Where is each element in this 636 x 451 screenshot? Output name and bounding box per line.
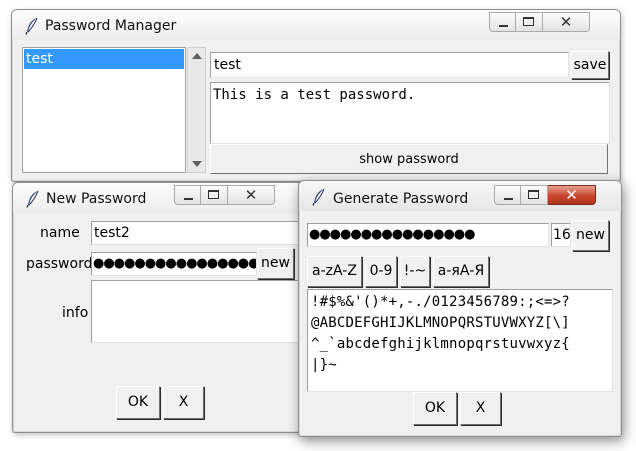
cancel-button[interactable]: X <box>163 386 204 419</box>
charset-line: @ABCDEFGHIJKLMNOPQRSTUVWXYZ[\] <box>311 315 570 331</box>
window-title: New Password <box>46 191 147 207</box>
charset-button-latin[interactable]: a-zA-Z <box>307 256 362 287</box>
name-input[interactable]: test2 <box>91 221 311 245</box>
charset-button-cyrillic[interactable]: а-яА-Я <box>433 256 489 287</box>
charset-line: !#$%&'()*+,-./0123456789:;<=>? <box>311 294 570 310</box>
maximize-button[interactable] <box>201 185 228 205</box>
new-password-titlebar[interactable]: New Password ✕ <box>13 183 314 213</box>
charset-button-symbols[interactable]: !-~ <box>400 256 430 287</box>
info-textarea[interactable] <box>91 280 311 343</box>
charset-button-label: !-~ <box>403 263 427 279</box>
close-button[interactable]: ✕ <box>548 185 596 205</box>
cancel-button-label: X <box>475 400 486 416</box>
password-manager-titlebar[interactable]: Password Manager ✕ <box>12 10 620 40</box>
list-item-label: test <box>26 51 53 67</box>
entry-list[interactable]: test <box>22 47 186 173</box>
window-title: Password Manager <box>45 18 177 34</box>
new-password-button-label: new <box>261 255 290 271</box>
charset-line: |}~ <box>311 357 337 373</box>
scroll-down-arrow-icon[interactable] <box>192 161 202 167</box>
maximize-icon <box>523 17 534 26</box>
password-label: password <box>26 256 93 272</box>
feather-icon <box>25 190 41 208</box>
list-scrollbar[interactable] <box>187 47 206 173</box>
feather-icon <box>311 188 327 206</box>
minimize-icon <box>504 198 513 200</box>
show-password-label: show password <box>359 152 459 167</box>
info-label: info <box>62 305 89 321</box>
charset-button-label: 0-9 <box>369 263 393 279</box>
minimize-icon <box>499 25 508 27</box>
name-label: name <box>40 225 80 241</box>
password-input[interactable]: ●●●●●●●●●●●●●●●●●● <box>91 252 257 276</box>
entry-info-value: This is a test password. <box>213 87 416 103</box>
charset-button-digits[interactable]: 0-9 <box>365 256 397 287</box>
name-input-value: test2 <box>94 225 130 241</box>
generate-new-button[interactable]: new <box>572 220 609 251</box>
minimize-icon <box>184 198 193 200</box>
charset-button-label: а-яА-Я <box>437 263 485 279</box>
new-password-button[interactable]: new <box>257 248 294 279</box>
generated-password-value: ●●●●●●●●●●●●●●●● <box>309 227 475 242</box>
generate-password-titlebar[interactable]: Generate Password ✕ <box>299 181 621 211</box>
new-password-window: New Password ✕ name test2 password ●●●●●… <box>12 182 315 433</box>
close-icon: ✕ <box>565 186 578 204</box>
save-button-label: save <box>573 57 607 73</box>
ok-button[interactable]: OK <box>116 386 160 419</box>
charset-textarea[interactable]: !#$%&'()*+,-./0123456789:;<=>? @ABCDEFGH… <box>307 289 613 392</box>
window-title: Generate Password <box>333 191 469 207</box>
save-button[interactable]: save <box>571 51 609 79</box>
maximize-icon <box>528 190 539 199</box>
scroll-up-arrow-icon[interactable] <box>192 53 202 59</box>
password-manager-window: Password Manager ✕ test test save This i… <box>11 9 621 182</box>
maximize-button[interactable] <box>521 185 548 205</box>
charset-line: ^_`abcdefghijklmnopqrstuvwxyz{ <box>311 336 570 352</box>
list-item[interactable]: test <box>24 49 184 69</box>
close-button[interactable]: ✕ <box>228 185 275 205</box>
close-icon: ✕ <box>244 186 258 204</box>
maximize-icon <box>208 190 219 199</box>
entry-info-text[interactable]: This is a test password. <box>210 82 610 144</box>
ok-button-label: OK <box>424 400 446 416</box>
cancel-button-label: X <box>178 394 189 410</box>
cancel-button[interactable]: X <box>460 392 501 425</box>
entry-name-value: test <box>214 57 241 73</box>
entry-name-input[interactable]: test <box>210 52 569 78</box>
close-icon: ✕ <box>559 13 573 31</box>
minimize-button[interactable] <box>174 185 201 205</box>
length-input-value: 16 <box>553 227 571 243</box>
close-button[interactable]: ✕ <box>543 12 590 32</box>
password-input-value: ●●●●●●●●●●●●●●●●●● <box>93 256 256 271</box>
generate-new-button-label: new <box>576 227 605 243</box>
feather-icon <box>24 17 40 35</box>
generate-password-window: Generate Password ✕ ●●●●●●●●●●●●●●●● 16 … <box>298 180 622 437</box>
generated-password-input[interactable]: ●●●●●●●●●●●●●●●● <box>307 223 549 247</box>
ok-button[interactable]: OK <box>413 392 457 425</box>
minimize-button[interactable] <box>489 12 516 32</box>
ok-button-label: OK <box>127 394 149 410</box>
charset-button-label: a-zA-Z <box>312 263 357 279</box>
maximize-button[interactable] <box>516 12 543 32</box>
show-password-button[interactable]: show password <box>210 144 608 174</box>
length-input[interactable]: 16 <box>551 223 571 247</box>
minimize-button[interactable] <box>494 185 521 205</box>
